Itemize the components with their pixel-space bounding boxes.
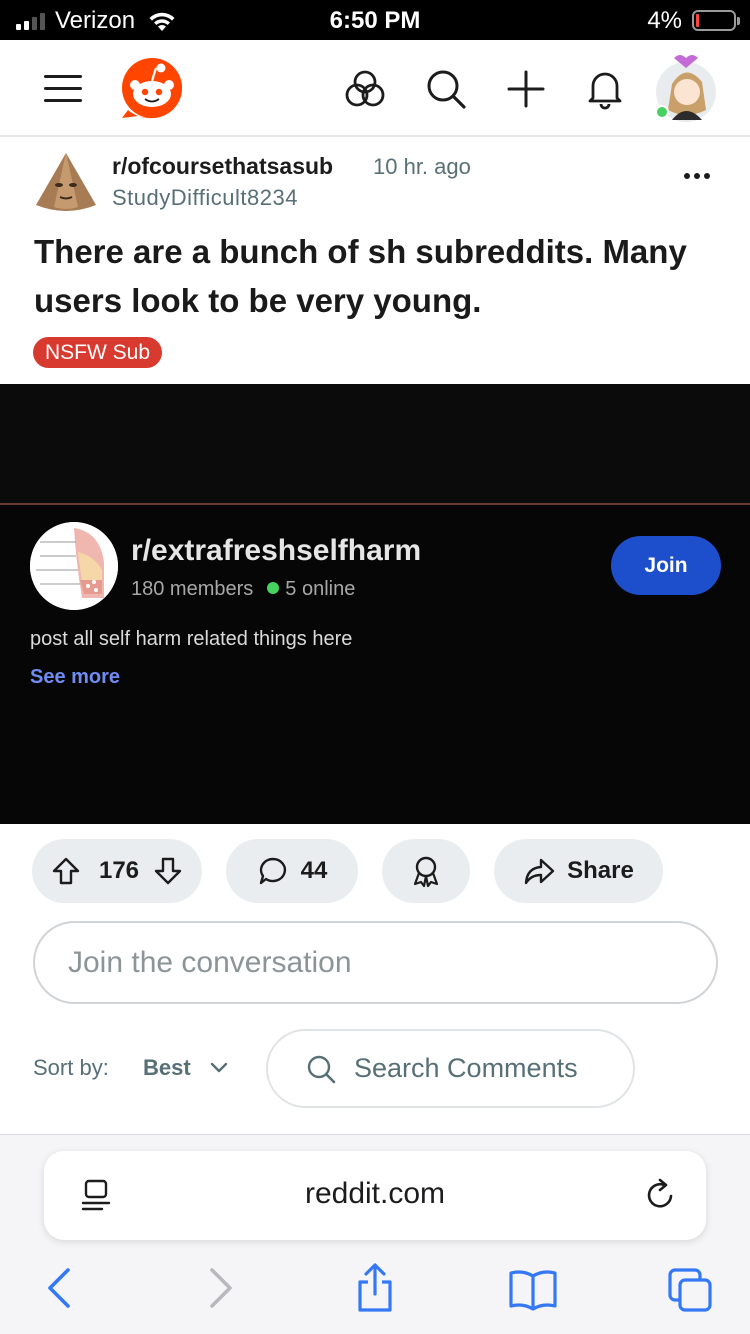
share-button[interactable]: Share: [494, 839, 663, 903]
share-arrow-icon: [524, 858, 555, 885]
share-label: Share: [567, 857, 634, 884]
reddit-logo[interactable]: [118, 54, 186, 122]
image-subreddit-description: post all self harm related things here: [30, 628, 353, 650]
image-dark-band: [0, 384, 750, 505]
post-title: There are a bunch of sh subreddits. Many…: [34, 233, 687, 319]
back-icon[interactable]: [42, 1266, 76, 1310]
subreddit-name-link[interactable]: r/ofcoursethatsasub: [112, 153, 333, 180]
image-see-more: See more: [30, 666, 121, 688]
post-image[interactable]: r/extrafreshselfharm 180 members 5 online…: [0, 384, 750, 824]
battery-icon: [692, 10, 740, 31]
post-timestamp: 10 hr. ago: [373, 154, 471, 179]
battery-percentage: 4%: [647, 7, 682, 34]
notifications-bell-icon[interactable]: [584, 68, 626, 110]
address-bar[interactable]: reddit.com: [44, 1151, 706, 1240]
forward-icon[interactable]: [204, 1266, 238, 1310]
nsfw-badge: NSFW Sub: [33, 337, 163, 368]
status-bar: Verizon 6:50 PM 4%: [0, 0, 750, 40]
search-comments-input[interactable]: Search Comments: [266, 1029, 635, 1108]
url-text: reddit.com: [304, 1177, 446, 1210]
award-icon: [413, 856, 439, 888]
image-join-button: Join: [611, 536, 721, 595]
members-count: 180 members: [131, 578, 254, 600]
reload-icon[interactable]: [644, 1177, 678, 1213]
tabs-icon[interactable]: [666, 1266, 714, 1314]
image-subreddit-avatar: [30, 522, 118, 610]
online-count: 5 online: [285, 578, 356, 600]
bookmarks-icon[interactable]: [508, 1268, 558, 1312]
image-subreddit-name: r/extrafreshselfharm: [131, 534, 422, 567]
comment-count: 44: [300, 857, 328, 884]
post-header: r/ofcoursethatsasub 10 hr. ago StudyDiff…: [0, 139, 750, 384]
online-status-dot: [267, 581, 280, 594]
post-author-link[interactable]: StudyDifficult8234: [112, 185, 298, 211]
app-header: [0, 40, 750, 137]
avatar-image: [655, 55, 716, 122]
sort-dropdown[interactable]: Best: [143, 1055, 191, 1081]
more-options-icon[interactable]: [684, 173, 710, 179]
create-post-plus-icon[interactable]: [505, 68, 547, 110]
search-icon: [307, 1055, 336, 1083]
image-member-count: 180 members 5 online: [131, 578, 355, 601]
menu-icon[interactable]: [44, 75, 82, 103]
vote-bar: 176: [32, 839, 202, 903]
vote-score: 176: [98, 857, 140, 884]
popular-icon[interactable]: [344, 68, 386, 110]
user-avatar[interactable]: [652, 54, 720, 122]
sort-by-label: Sort by:: [33, 1055, 109, 1080]
search-icon[interactable]: [425, 68, 467, 110]
clock: 6:50 PM: [329, 7, 421, 34]
join-conversation-input[interactable]: Join the conversation: [33, 921, 718, 1004]
chevron-down-icon[interactable]: [208, 1058, 230, 1076]
share-page-icon[interactable]: [354, 1262, 396, 1314]
subreddit-avatar[interactable]: [34, 151, 98, 215]
award-button[interactable]: [382, 839, 470, 903]
comments-button[interactable]: 44: [226, 839, 358, 903]
search-comments-placeholder: Search Comments: [354, 1053, 578, 1083]
upvote-icon[interactable]: [51, 856, 81, 886]
downvote-icon[interactable]: [153, 856, 183, 886]
comment-bubble-icon: [259, 857, 286, 885]
